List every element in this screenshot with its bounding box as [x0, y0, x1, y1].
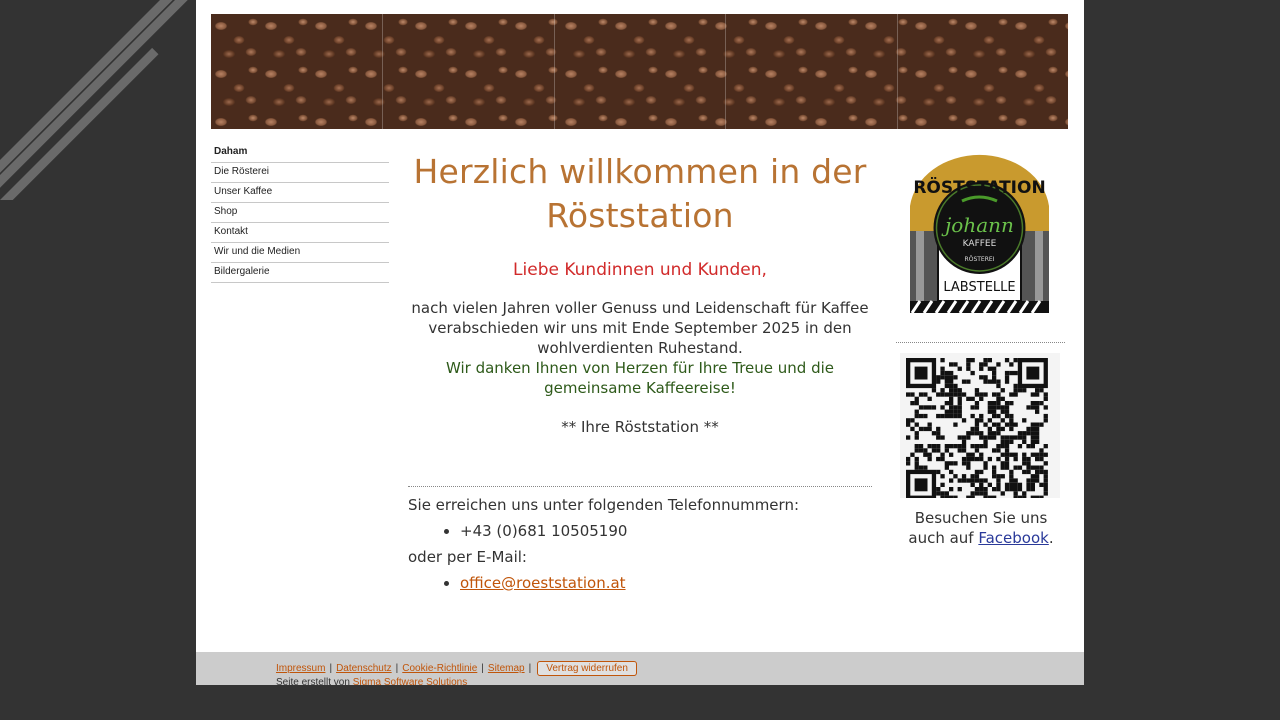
facebook-visit-end: . [1048, 529, 1054, 547]
email-intro: oder per E-Mail: [408, 548, 527, 566]
signature-text: ** Ihre Röststation ** [561, 418, 719, 436]
footer-separator: | [481, 663, 484, 674]
footer-link-sitemap[interactable]: Sitemap [488, 663, 525, 674]
nav-item-daham[interactable]: Daham [211, 143, 389, 163]
header-banner-coffee-beans [211, 14, 1068, 129]
facebook-visit: Besuchen Sie uns auch auf Facebook. [896, 508, 1066, 548]
footer: Impressum | Datenschutz | Cookie-Richtlinie |… [196, 652, 1084, 685]
logo-kaffee-text: KAFFEE [963, 239, 997, 249]
nav-item-medien[interactable]: Wir und die Medien [211, 243, 389, 263]
footer-separator: | [329, 663, 333, 674]
phone-intro: Sie erreichen uns unter folgenden Telefo… [408, 496, 800, 514]
page-container: Daham Die Rösterei Unser Kaffee Shop Kon… [196, 0, 1084, 685]
logo-bottom-text: LABSTELLE [943, 280, 1015, 295]
phone-number: +43 (0)681 10505190 [460, 521, 872, 541]
footer-separator: | [395, 663, 399, 674]
page-title: Herzlich willkommen in der Röststation [408, 150, 872, 238]
greeting-text: Liebe Kundinnen und Kunden, [513, 260, 767, 280]
qr-code-graphic [906, 358, 1048, 500]
page-title-line2: Röststation [546, 196, 734, 235]
email-link[interactable]: office@roeststation.at [460, 574, 626, 592]
thanks-message: Wir danken Ihnen von Herzen für Ihre Tre… [445, 359, 835, 397]
logo-top-text: RÖSTSTATION [913, 176, 1045, 198]
main-content: Herzlich willkommen in der Röststation L… [408, 150, 872, 599]
sidebar-divider [896, 342, 1065, 343]
nav-item-kontakt[interactable]: Kontakt [211, 223, 389, 243]
logo-name-text: johann [941, 213, 1014, 237]
email-item: office@roeststation.at [460, 573, 872, 593]
logo-graphic: RÖSTSTATION johann KAFFEE RÖSTEREI LABST… [910, 154, 1049, 314]
phone-list: +43 (0)681 10505190 [408, 521, 872, 541]
page-title-line1: Herzlich willkommen in der [413, 152, 867, 191]
footer-links: Impressum | Datenschutz | Cookie-Richtlinie |… [276, 661, 637, 676]
footer-separator: | [528, 663, 532, 674]
logo-roesterei-text: RÖSTEREI [965, 256, 995, 263]
facebook-link[interactable]: Facebook [978, 529, 1048, 547]
qr-code[interactable] [900, 353, 1060, 500]
main-navigation: Daham Die Rösterei Unser Kaffee Shop Kon… [211, 143, 389, 283]
nav-item-shop[interactable]: Shop [211, 203, 389, 223]
revoke-contract-button[interactable]: Vertrag widerrufen [537, 661, 637, 676]
sidebar: RÖSTSTATION johann KAFFEE RÖSTEREI LABST… [896, 146, 1066, 548]
footer-link-impressum[interactable]: Impressum [276, 663, 325, 674]
footer-credit: Seite erstellt von Sigma Software Soluti… [276, 677, 467, 685]
credit-link[interactable]: Sigma Software Solutions [353, 677, 468, 685]
nav-item-roesterei[interactable]: Die Rösterei [211, 163, 389, 183]
nav-item-unser-kaffee[interactable]: Unser Kaffee [211, 183, 389, 203]
roeststation-logo: RÖSTSTATION johann KAFFEE RÖSTEREI LABST… [902, 146, 1057, 316]
email-list: office@roeststation.at [408, 573, 872, 593]
content-divider [408, 486, 872, 487]
decorative-stripes [0, 0, 200, 200]
footer-link-cookie[interactable]: Cookie-Richtlinie [402, 663, 477, 674]
farewell-message: nach vielen Jahren voller Genuss und Lei… [411, 299, 869, 357]
nav-item-bildergalerie[interactable]: Bildergalerie [211, 263, 389, 283]
footer-link-datenschutz[interactable]: Datenschutz [336, 663, 392, 674]
credit-prefix: Seite erstellt von [276, 677, 350, 685]
